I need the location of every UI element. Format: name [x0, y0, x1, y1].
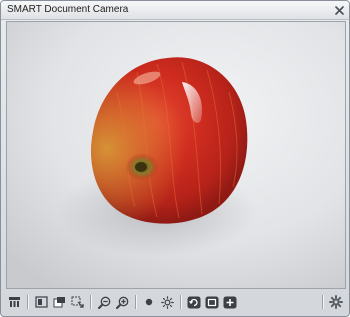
- gear-icon: [329, 295, 343, 309]
- camera-view[interactable]: [6, 21, 346, 289]
- title-bar[interactable]: SMART Document Camera: [1, 1, 349, 20]
- freeze-button[interactable]: [33, 294, 49, 310]
- camera-select-button[interactable]: [6, 294, 22, 310]
- brightness-button[interactable]: [159, 294, 175, 310]
- rotate-button[interactable]: [186, 294, 202, 310]
- capture-region-icon: [71, 296, 84, 308]
- add-icon: [223, 296, 237, 308]
- close-icon: [334, 5, 344, 15]
- camera-select-icon: [8, 297, 20, 307]
- fit-screen-icon: [205, 296, 219, 308]
- zoom-in-button[interactable]: [114, 294, 130, 310]
- capture-button[interactable]: [51, 294, 67, 310]
- focus-button[interactable]: [141, 294, 157, 310]
- capture-icon: [53, 297, 65, 308]
- zoom-in-icon: [115, 296, 128, 309]
- toolbar-divider: [27, 295, 28, 309]
- freeze-icon: [34, 296, 48, 308]
- rotate-icon: [187, 296, 201, 308]
- capture-region-button[interactable]: [69, 294, 85, 310]
- focus-icon: [145, 298, 153, 306]
- zoom-out-icon: [97, 296, 110, 309]
- window-title: SMART Document Camera: [7, 4, 129, 15]
- document-camera-window: SMART Document Camera: [0, 0, 350, 317]
- toolbar-divider: [180, 295, 181, 309]
- settings-button[interactable]: [328, 294, 344, 310]
- bottom-toolbar: [5, 291, 345, 313]
- add-button[interactable]: [222, 294, 238, 310]
- zoom-out-button[interactable]: [96, 294, 112, 310]
- toolbar-divider: [90, 295, 91, 309]
- brightness-icon: [160, 295, 174, 309]
- toolbar-divider: [322, 295, 323, 309]
- close-button[interactable]: [332, 3, 346, 17]
- toolbar-divider: [135, 295, 136, 309]
- fit-screen-button[interactable]: [204, 294, 220, 310]
- camera-feed-image: [7, 22, 345, 288]
